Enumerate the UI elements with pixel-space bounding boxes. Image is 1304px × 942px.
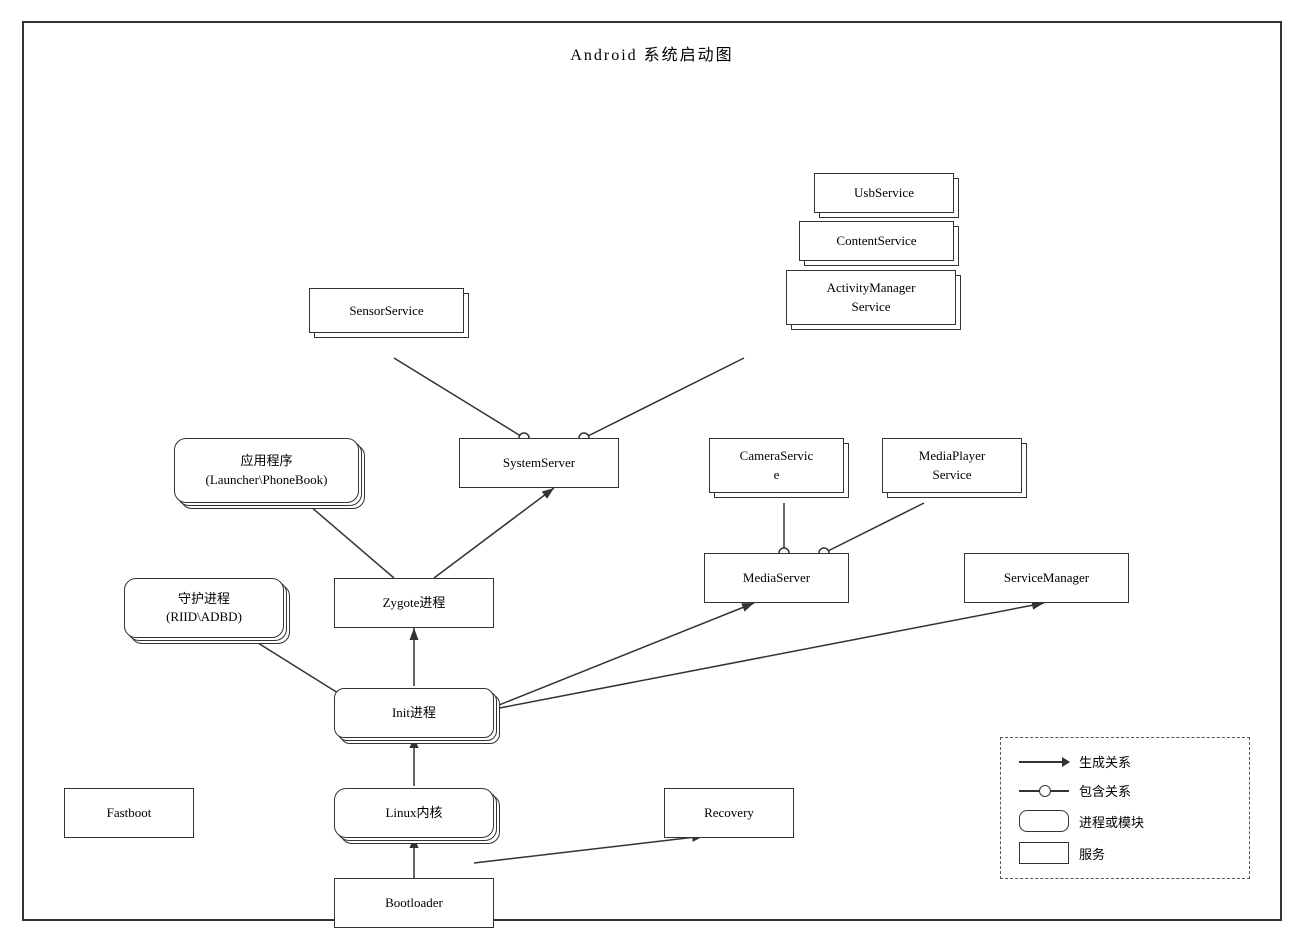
legend-rect-label: 服务 — [1079, 844, 1105, 863]
legend-circle-label: 包含关系 — [1079, 781, 1131, 800]
legend-circle-icon — [1019, 790, 1069, 792]
legend-circle-row: 包含关系 — [1019, 781, 1231, 800]
legend-arrow-label: 生成关系 — [1079, 752, 1131, 771]
sensorservice-box: SensorService — [309, 288, 464, 333]
fastboot-box: Fastboot — [64, 788, 194, 838]
bootloader-box: Bootloader — [334, 878, 494, 928]
mediaplayerservice-box: MediaPlayerService — [882, 438, 1022, 493]
legend-rounded-icon — [1019, 810, 1069, 832]
recovery-box: Recovery — [664, 788, 794, 838]
legend: 生成关系 包含关系 进程或模块 服务 — [1000, 737, 1250, 879]
linux-box: Linux内核 — [334, 788, 494, 838]
mediaserver-box: MediaServer — [704, 553, 849, 603]
legend-arrow-row: 生成关系 — [1019, 752, 1231, 771]
legend-arrow-icon — [1019, 761, 1069, 763]
app-box: 应用程序(Launcher\PhoneBook) — [174, 438, 359, 503]
diagram-title: Android 系统启动图 — [24, 41, 1280, 65]
legend-rect-row: 服务 — [1019, 842, 1231, 864]
daemon-box: 守护进程(RIID\ADBD) — [124, 578, 284, 638]
cameraservice-box: CameraService — [709, 438, 844, 493]
legend-rect-icon — [1019, 842, 1069, 864]
contentservice-box: ContentService — [799, 221, 954, 261]
zygote-box: Zygote进程 — [334, 578, 494, 628]
legend-rounded-row: 进程或模块 — [1019, 810, 1231, 832]
init-box: Init进程 — [334, 688, 494, 738]
usbservice-box: UsbService — [814, 173, 954, 213]
diagram-container: Android 系统启动图 — [22, 21, 1282, 921]
systemserver-box: SystemServer — [459, 438, 619, 488]
diagram-area: Bootloader Linux内核 Fastboot Recovery Ini… — [24, 73, 1280, 919]
legend-rounded-label: 进程或模块 — [1079, 812, 1144, 831]
activitymanager-box: ActivityManagerService — [786, 270, 956, 325]
servicemanager-box: ServiceManager — [964, 553, 1129, 603]
